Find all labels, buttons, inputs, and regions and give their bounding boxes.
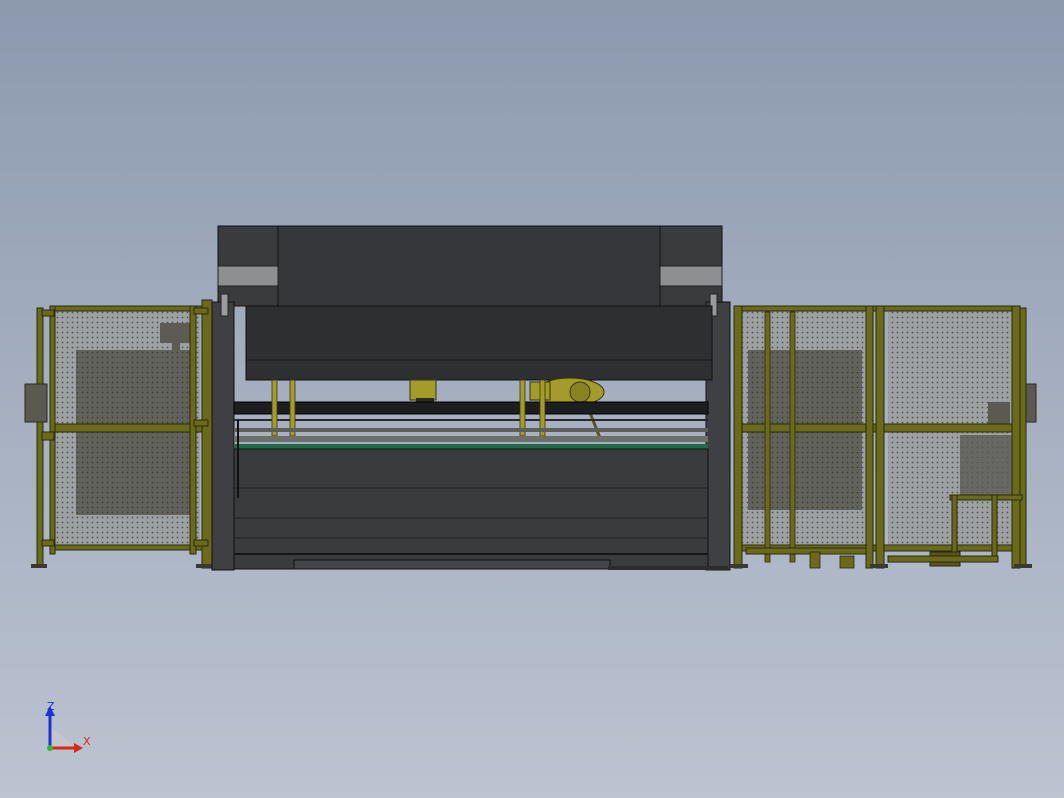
z-axis-label: Z (47, 700, 55, 713)
press-bed (233, 448, 709, 570)
right-fence-section-b (883, 305, 1037, 569)
cad-viewport[interactable]: Z X (0, 0, 1064, 798)
left-fence-section (24, 299, 216, 569)
press-brake-cell-drawing (24, 225, 1037, 571)
coordinate-triad-icon: Z X (45, 700, 91, 753)
press-brake (211, 225, 731, 571)
tool-rail (234, 444, 708, 449)
press-ram (245, 305, 713, 381)
right-fence-section-a (730, 305, 888, 569)
x-axis-label: X (83, 735, 91, 748)
